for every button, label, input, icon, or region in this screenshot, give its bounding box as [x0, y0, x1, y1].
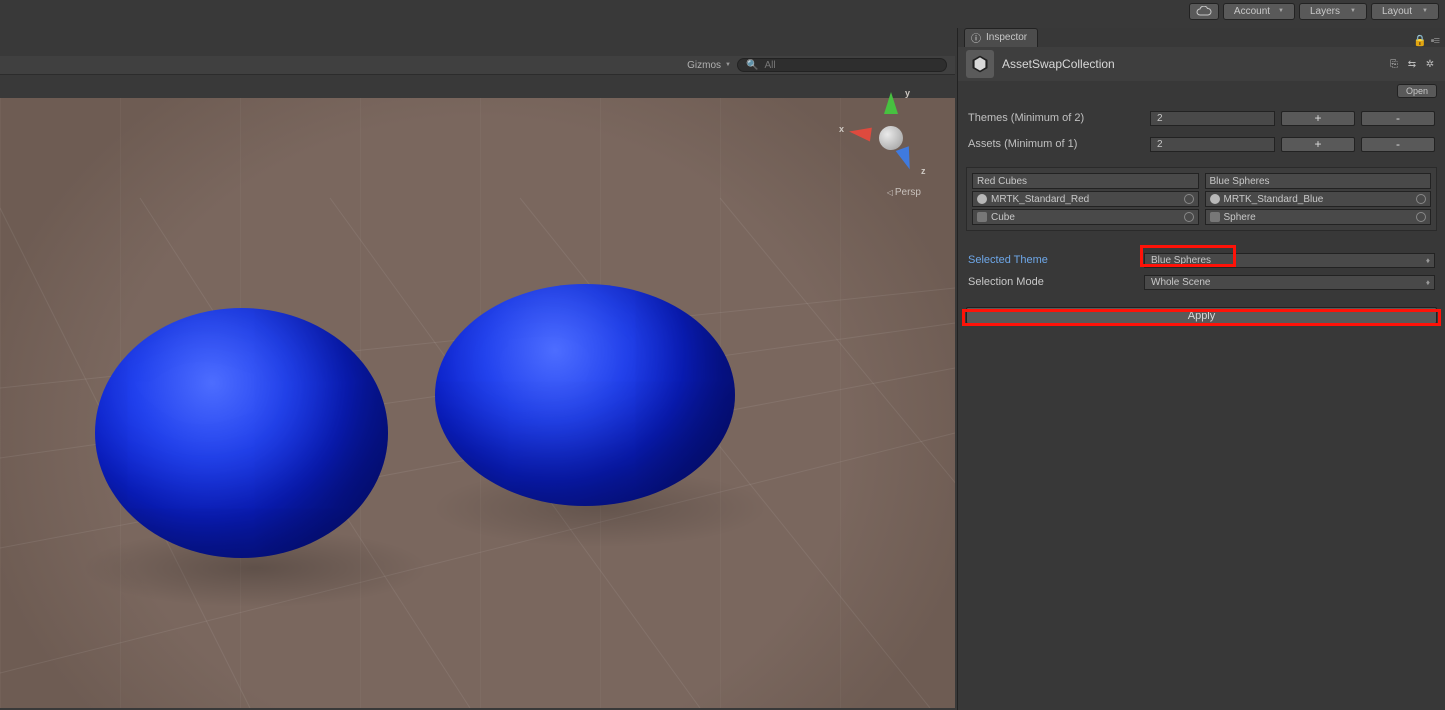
- apply-button[interactable]: Apply: [966, 307, 1437, 324]
- assets-count-row: Assets (Minimum of 1) 2 + -: [968, 135, 1435, 153]
- selection-mode-label: Selection Mode: [968, 276, 1144, 288]
- scene-search-placeholder: All: [764, 60, 775, 71]
- assets-count-label: Assets (Minimum of 1): [968, 138, 1144, 150]
- axis-label-x: x: [839, 124, 844, 134]
- themes-container: Red Cubes MRTK_Standard_Red Cube Blue Sp…: [966, 167, 1437, 231]
- scene-sphere[interactable]: [95, 308, 388, 558]
- theme-name: Blue Spheres: [1210, 176, 1270, 187]
- top-toolbar: Account ▼ Layers ▼ Layout ▼: [0, 0, 1445, 22]
- object-picker-icon[interactable]: [1416, 194, 1426, 204]
- selected-theme-value: Blue Spheres: [1151, 255, 1211, 266]
- theme-mesh: Cube: [991, 212, 1015, 223]
- dropdown-icon: ▼: [1422, 8, 1428, 14]
- dropdown-icon: ▼: [1350, 8, 1356, 14]
- theme-mesh-field[interactable]: Cube: [972, 209, 1199, 225]
- layout-dropdown[interactable]: Layout ▼: [1371, 3, 1439, 20]
- selection-mode-dropdown[interactable]: Whole Scene ♦: [1144, 275, 1435, 290]
- inspector-panel: ⓘ Inspector 🔒 ▪≡ AssetSwapCollection ⎘ ⇆…: [957, 28, 1445, 710]
- cloud-button[interactable]: [1189, 3, 1219, 20]
- theme-column: Red Cubes MRTK_Standard_Red Cube: [972, 173, 1199, 225]
- lock-icon[interactable]: 🔒: [1413, 34, 1427, 47]
- asset-title: AssetSwapCollection: [1002, 57, 1115, 71]
- selected-theme-label: Selected Theme: [968, 254, 1144, 266]
- scene-view[interactable]: Gizmos ▼ 🔍 All y x z ◁Persp: [0, 28, 955, 708]
- dropdown-icon: ♦: [1426, 278, 1430, 287]
- open-button-label: Open: [1406, 86, 1428, 96]
- themes-count-row: Themes (Minimum of 2) 2 + -: [968, 109, 1435, 127]
- inspector-header: AssetSwapCollection ⎘ ⇆ ✲: [958, 47, 1445, 81]
- themes-minus-button[interactable]: -: [1361, 111, 1435, 126]
- orientation-gizmo[interactable]: y x z ◁Persp: [851, 88, 931, 198]
- selected-theme-row: Selected Theme Blue Spheres ♦: [968, 251, 1435, 269]
- object-picker-icon[interactable]: [1184, 194, 1194, 204]
- theme-mesh: Sphere: [1224, 212, 1256, 223]
- mesh-icon: [977, 212, 987, 222]
- axis-label-z: z: [921, 166, 926, 176]
- gear-icon[interactable]: ✲: [1423, 57, 1437, 71]
- scene-sphere[interactable]: [435, 284, 735, 506]
- inspector-tabrow: ⓘ Inspector 🔒 ▪≡: [958, 28, 1445, 47]
- theme-material: MRTK_Standard_Blue: [1224, 194, 1324, 205]
- preset-icon[interactable]: ⎘: [1387, 57, 1401, 71]
- search-icon: 🔍: [746, 60, 758, 71]
- theme-name-field[interactable]: Red Cubes: [972, 173, 1199, 189]
- assets-count-field[interactable]: 2: [1150, 137, 1275, 152]
- scene-search-input[interactable]: 🔍 All: [737, 58, 947, 72]
- dropdown-icon: ▼: [725, 62, 731, 68]
- gizmo-y-axis[interactable]: [884, 92, 898, 114]
- settings-icon[interactable]: ⇆: [1405, 57, 1419, 71]
- selected-theme-dropdown[interactable]: Blue Spheres ♦: [1144, 253, 1435, 268]
- cloud-icon: [1196, 6, 1212, 16]
- theme-material: MRTK_Standard_Red: [991, 194, 1089, 205]
- gizmo-center[interactable]: [879, 126, 903, 150]
- layers-label: Layers: [1310, 6, 1340, 17]
- themes-plus-button[interactable]: +: [1281, 111, 1355, 126]
- scene-toolbar: Gizmos ▼ 🔍 All: [0, 56, 955, 75]
- account-dropdown[interactable]: Account ▼: [1223, 3, 1295, 20]
- selection-mode-value: Whole Scene: [1151, 277, 1210, 288]
- chevron-left-icon: ◁: [887, 188, 893, 197]
- assets-minus-button[interactable]: -: [1361, 137, 1435, 152]
- theme-column: Blue Spheres MRTK_Standard_Blue Sphere: [1205, 173, 1432, 225]
- inspector-tab-label: Inspector: [986, 32, 1027, 43]
- gizmos-dropdown[interactable]: Gizmos ▼: [687, 60, 731, 71]
- material-icon: [1210, 194, 1220, 204]
- object-picker-icon[interactable]: [1416, 212, 1426, 222]
- material-icon: [977, 194, 987, 204]
- account-label: Account: [1234, 6, 1270, 17]
- projection-label[interactable]: ◁Persp: [887, 187, 921, 198]
- dropdown-icon: ♦: [1426, 256, 1430, 265]
- mesh-icon: [1210, 212, 1220, 222]
- layout-label: Layout: [1382, 6, 1412, 17]
- inspector-tab[interactable]: ⓘ Inspector: [964, 28, 1038, 47]
- open-button[interactable]: Open: [1397, 84, 1437, 98]
- object-picker-icon[interactable]: [1184, 212, 1194, 222]
- themes-count-value: 2: [1157, 113, 1163, 124]
- themes-count-label: Themes (Minimum of 2): [968, 112, 1144, 124]
- theme-mesh-field[interactable]: Sphere: [1205, 209, 1432, 225]
- theme-material-field[interactable]: MRTK_Standard_Red: [972, 191, 1199, 207]
- themes-count-field[interactable]: 2: [1150, 111, 1275, 126]
- unity-asset-icon: [966, 50, 994, 78]
- gizmo-x-axis[interactable]: [848, 125, 872, 142]
- info-icon: ⓘ: [971, 30, 981, 45]
- theme-material-field[interactable]: MRTK_Standard_Blue: [1205, 191, 1432, 207]
- gizmo-z-axis[interactable]: [896, 146, 917, 171]
- axis-label-y: y: [905, 88, 910, 98]
- gizmos-label: Gizmos: [687, 60, 721, 71]
- layers-dropdown[interactable]: Layers ▼: [1299, 3, 1367, 20]
- selection-mode-row: Selection Mode Whole Scene ♦: [968, 273, 1435, 291]
- assets-plus-button[interactable]: +: [1281, 137, 1355, 152]
- assets-count-value: 2: [1157, 139, 1163, 150]
- dropdown-icon: ▼: [1278, 8, 1284, 14]
- theme-name-field[interactable]: Blue Spheres: [1205, 173, 1432, 189]
- theme-name: Red Cubes: [977, 176, 1027, 187]
- persp-text: Persp: [895, 187, 921, 198]
- apply-button-label: Apply: [1188, 310, 1216, 322]
- tab-menu-icon[interactable]: ▪≡: [1431, 35, 1439, 47]
